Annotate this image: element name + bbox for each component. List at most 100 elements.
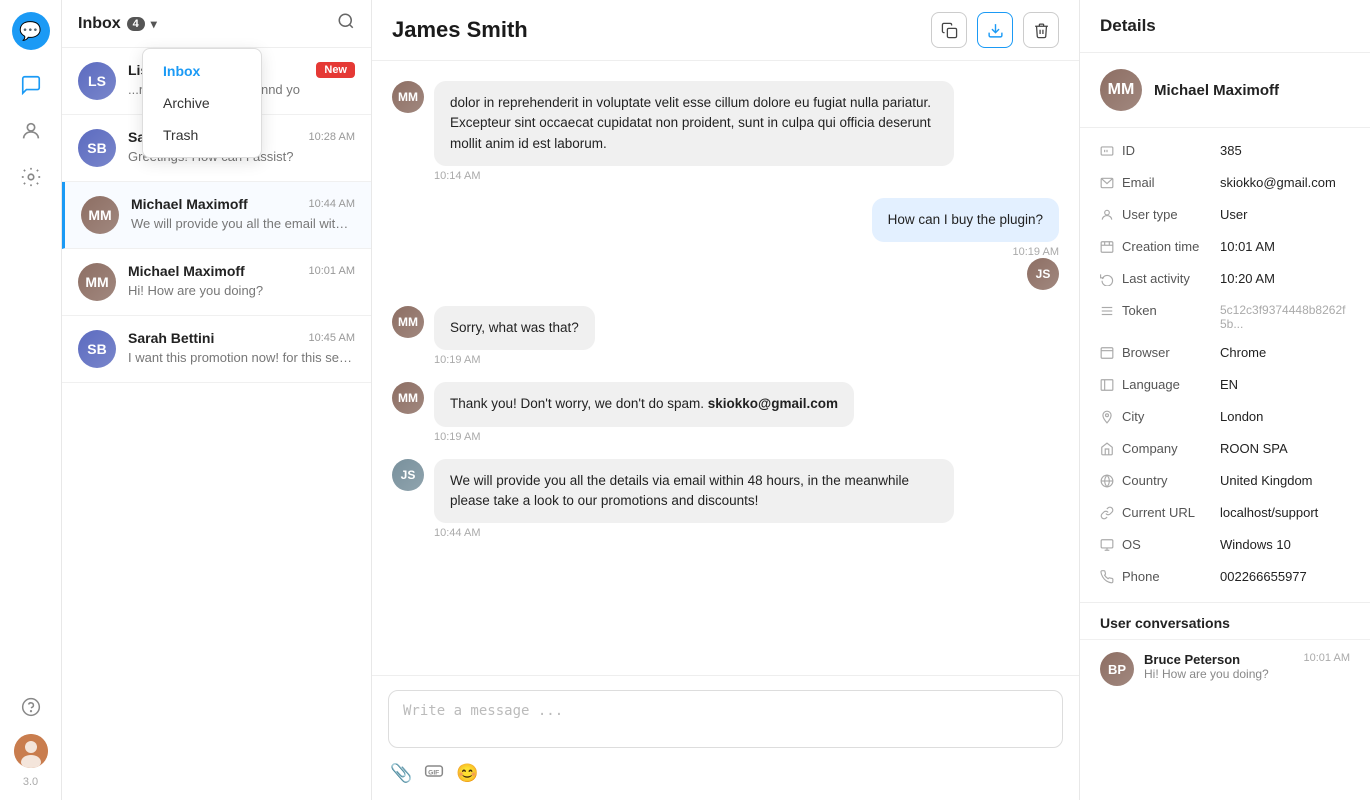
company-label: Company bbox=[1122, 441, 1212, 456]
last-activity-label: Last activity bbox=[1122, 271, 1212, 286]
city-icon bbox=[1100, 410, 1114, 427]
conv-name-sarah2: Sarah Bettini bbox=[128, 330, 214, 346]
message-input[interactable] bbox=[388, 690, 1063, 748]
url-value: localhost/support bbox=[1220, 505, 1318, 520]
detail-creation-time: Creation time 10:01 AM bbox=[1080, 232, 1370, 264]
dropdown-item-trash[interactable]: Trash bbox=[143, 119, 261, 151]
dropdown-item-archive[interactable]: Archive bbox=[143, 87, 261, 119]
msg-content-4: Thank you! Don't worry, we don't do spam… bbox=[434, 382, 854, 442]
input-toolbar: 📎 GIF 😊 bbox=[388, 753, 1063, 786]
message-5: JS We will provide you all the details v… bbox=[392, 459, 1059, 540]
token-icon bbox=[1100, 304, 1114, 321]
url-icon bbox=[1100, 506, 1114, 523]
msg-bubble-4: Thank you! Don't worry, we don't do spam… bbox=[434, 382, 854, 426]
chat-area: James Smith MM dolor in reprehenderit in… bbox=[372, 0, 1080, 800]
msg-avatar-outgoing: JS bbox=[1027, 258, 1059, 290]
avatar-sarah1: SB bbox=[78, 129, 116, 167]
conv-body-michael2: Michael Maximoff 10:01 AM Hi! How are yo… bbox=[128, 263, 355, 298]
msg-time-3: 10:19 AM bbox=[434, 354, 595, 366]
detail-id: ID 385 bbox=[1080, 136, 1370, 168]
os-icon bbox=[1100, 538, 1114, 555]
sidebar-header: Inbox 4 ▾ Inbox Archive Trash bbox=[62, 0, 371, 48]
inbox-count-badge: 4 bbox=[127, 17, 145, 31]
msg-content-5: We will provide you all the details via … bbox=[434, 459, 954, 540]
message-4: MM Thank you! Don't worry, we don't do s… bbox=[392, 382, 1059, 442]
dropdown-item-inbox[interactable]: Inbox bbox=[143, 55, 261, 87]
message-2: How can I buy the plugin? 10:19 AM JS bbox=[392, 198, 1059, 290]
conv-preview-michael2: Hi! How are you doing? bbox=[128, 283, 355, 298]
chat-title: James Smith bbox=[392, 17, 528, 43]
conversation-item-michael1[interactable]: MM Michael Maximoff 10:44 AM We will pro… bbox=[62, 182, 371, 249]
detail-email: Email skiokko@gmail.com bbox=[1080, 168, 1370, 200]
new-badge: New bbox=[316, 62, 355, 78]
copy-action-button[interactable] bbox=[931, 12, 967, 48]
conversation-list: LS Lisa Satta New ...not help me promoti… bbox=[62, 48, 371, 800]
chat-actions bbox=[931, 12, 1059, 48]
details-user-name: Michael Maximoff bbox=[1154, 82, 1279, 99]
user-avatar-nav[interactable] bbox=[14, 734, 48, 768]
conversation-item-michael2[interactable]: MM Michael Maximoff 10:01 AM Hi! How are… bbox=[62, 249, 371, 316]
os-label: OS bbox=[1122, 537, 1212, 552]
detail-city: City London bbox=[1080, 402, 1370, 434]
token-value: 5c12c3f9374448b8262f5b... bbox=[1220, 303, 1350, 331]
browser-value: Chrome bbox=[1220, 345, 1266, 360]
msg-avatar-4: MM bbox=[392, 382, 424, 414]
conv-time-sarah2: 10:45 AM bbox=[309, 332, 355, 344]
message-1: MM dolor in reprehenderit in voluptate v… bbox=[392, 81, 1059, 182]
gif-button[interactable]: GIF bbox=[424, 761, 444, 786]
conv-name-michael1: Michael Maximoff bbox=[131, 196, 248, 212]
detail-phone: Phone 002266655977 bbox=[1080, 562, 1370, 594]
detail-usertype: User type User bbox=[1080, 200, 1370, 232]
conv-time-michael1: 10:44 AM bbox=[309, 198, 355, 210]
msg-time-1: 10:14 AM bbox=[434, 170, 954, 182]
msg-avatar-3: MM bbox=[392, 306, 424, 338]
id-value: 385 bbox=[1220, 143, 1242, 158]
language-icon bbox=[1100, 378, 1114, 395]
details-panel-title: Details bbox=[1080, 0, 1370, 53]
conv-name-michael2: Michael Maximoff bbox=[128, 263, 245, 279]
message-input-area: 📎 GIF 😊 bbox=[372, 675, 1079, 800]
browser-icon bbox=[1100, 346, 1114, 363]
inbox-label: Inbox bbox=[78, 15, 121, 33]
bruce-preview: Hi! How are you doing? bbox=[1144, 667, 1350, 681]
id-icon bbox=[1100, 144, 1114, 161]
emoji-button[interactable]: 😊 bbox=[456, 761, 478, 786]
search-button[interactable] bbox=[337, 12, 355, 35]
bruce-name: Bruce Peterson bbox=[1144, 652, 1240, 667]
download-action-button[interactable] bbox=[977, 12, 1013, 48]
detail-os: OS Windows 10 bbox=[1080, 530, 1370, 562]
nav-inbox-icon[interactable] bbox=[12, 66, 50, 104]
chat-logo-icon: 💬 bbox=[19, 21, 41, 42]
detail-current-url: Current URL localhost/support bbox=[1080, 498, 1370, 530]
delete-action-button[interactable] bbox=[1023, 12, 1059, 48]
conv-body-sarah2: Sarah Bettini 10:45 AM I want this promo… bbox=[128, 330, 355, 365]
token-label: Token bbox=[1122, 303, 1212, 318]
nav-settings-icon[interactable] bbox=[12, 158, 50, 196]
inbox-toggle-button[interactable]: Inbox 4 ▾ bbox=[78, 15, 157, 33]
bruce-conv-body: Bruce Peterson 10:01 AM Hi! How are you … bbox=[1144, 652, 1350, 681]
avatar-michael1: MM bbox=[81, 196, 119, 234]
bruce-time: 10:01 AM bbox=[1304, 652, 1350, 667]
last-activity-icon bbox=[1100, 272, 1114, 289]
chevron-down-icon: ▾ bbox=[151, 17, 157, 31]
country-label: Country bbox=[1122, 473, 1212, 488]
msg-avatar-5: JS bbox=[392, 459, 424, 491]
creation-time-icon bbox=[1100, 240, 1114, 257]
detail-company: Company ROON SPA bbox=[1080, 434, 1370, 466]
attach-button[interactable]: 📎 bbox=[390, 761, 412, 786]
conversation-item-sarah2[interactable]: SB Sarah Bettini 10:45 AM I want this pr… bbox=[62, 316, 371, 383]
sidebar: Inbox 4 ▾ Inbox Archive Trash LS Lisa Sa… bbox=[62, 0, 372, 800]
left-navigation: 💬 3.0 bbox=[0, 0, 62, 800]
browser-label: Browser bbox=[1122, 345, 1212, 360]
country-value: United Kingdom bbox=[1220, 473, 1313, 488]
city-label: City bbox=[1122, 409, 1212, 424]
msg-bubble-1: dolor in reprehenderit in voluptate veli… bbox=[434, 81, 954, 166]
detail-last-activity: Last activity 10:20 AM bbox=[1080, 264, 1370, 296]
conv-body-michael1: Michael Maximoff 10:44 AM We will provid… bbox=[131, 196, 355, 231]
nav-contacts-icon[interactable] bbox=[12, 112, 50, 150]
company-value: ROON SPA bbox=[1220, 441, 1288, 456]
city-value: London bbox=[1220, 409, 1263, 424]
nav-help-icon[interactable] bbox=[12, 688, 50, 726]
country-icon bbox=[1100, 474, 1114, 491]
user-conv-card-bruce[interactable]: BP Bruce Peterson 10:01 AM Hi! How are y… bbox=[1080, 639, 1370, 698]
